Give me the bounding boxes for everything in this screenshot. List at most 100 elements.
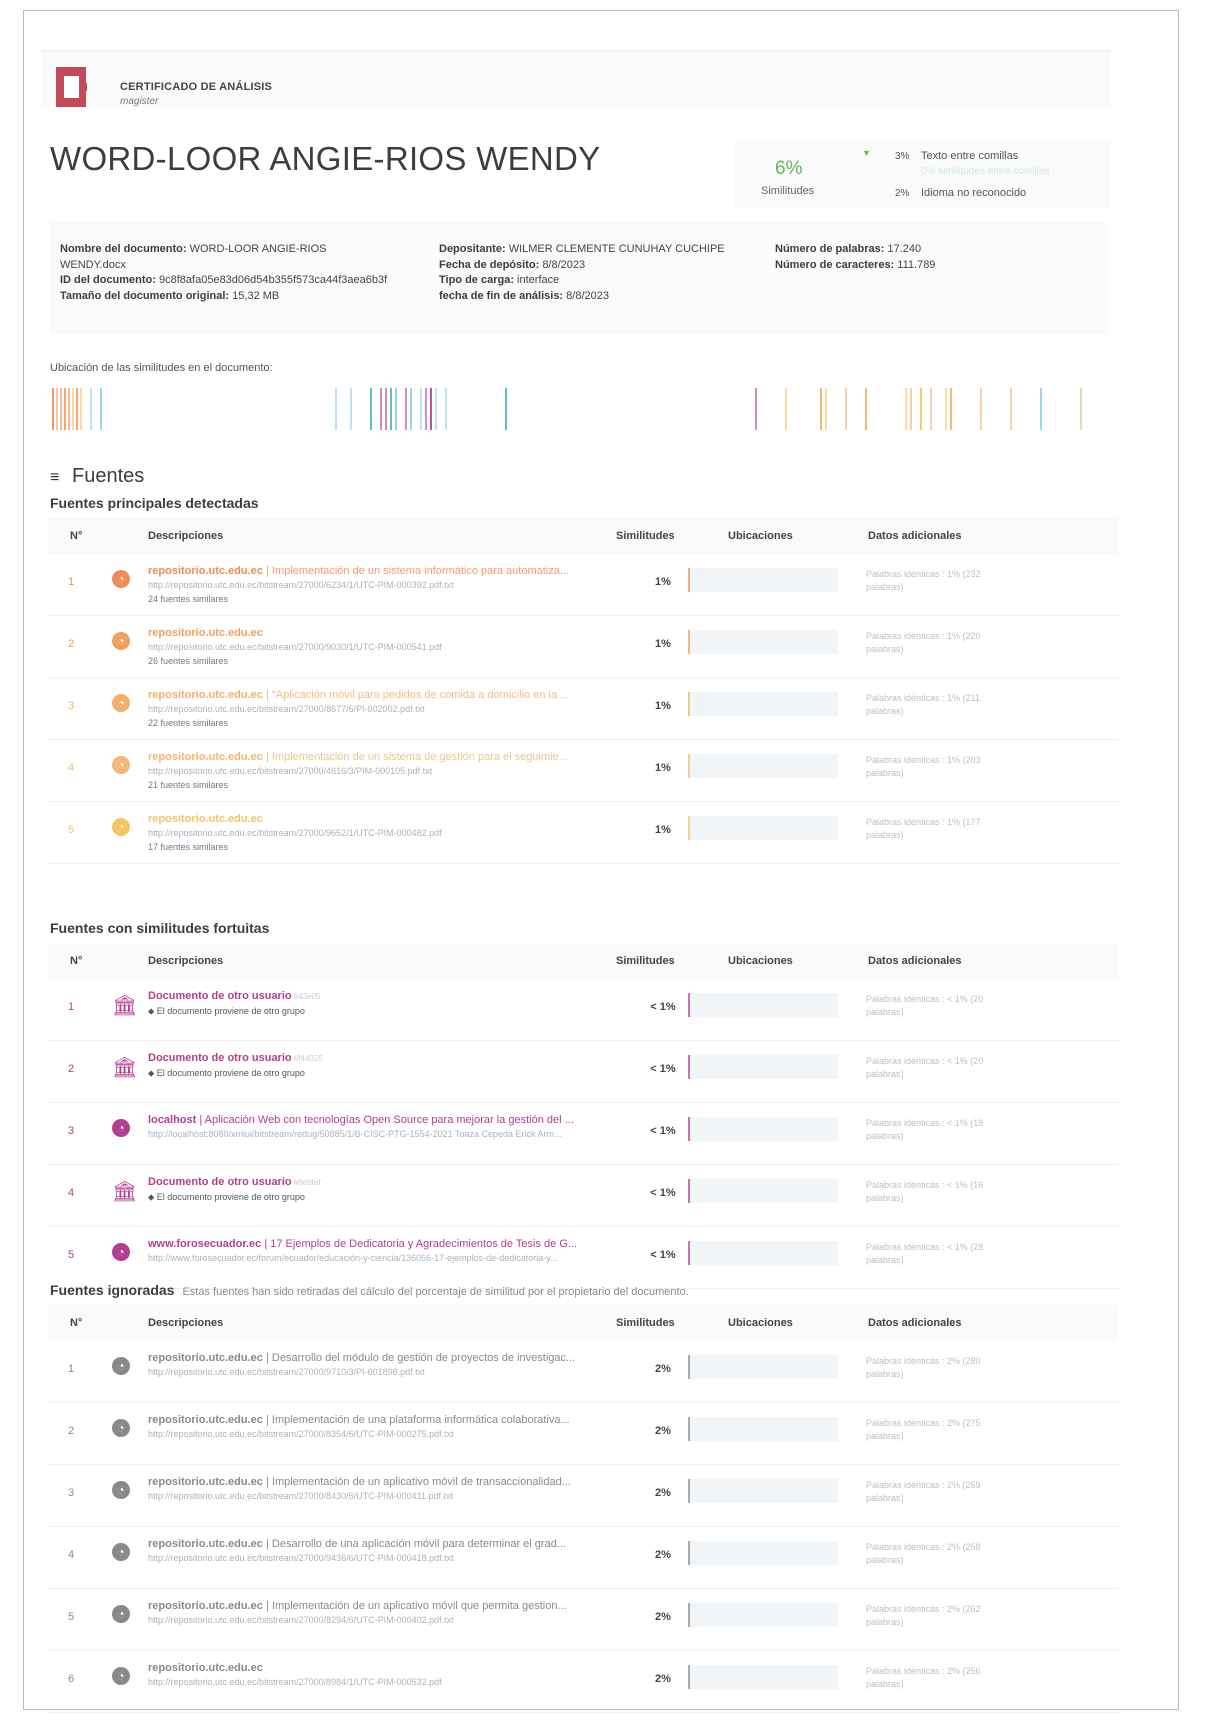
table-row[interactable]: 2 🏛 Documento de otro usuario #f44025 ⬥ El … <box>48 1041 1118 1103</box>
source-description[interactable]: repositorio.utc.edu.ec http://repositorio… <box>148 1661 668 1689</box>
source-description[interactable]: repositorio.utc.edu.ec http://repositorio… <box>148 812 668 854</box>
source-host[interactable]: repositorio.utc.edu.ec <box>148 1352 263 1364</box>
source-description[interactable]: Documento de otro usuario #f44025 ⬥ El do… <box>148 1051 668 1080</box>
source-url[interactable]: http://repositorio.utc.edu.ec/bitstream/… <box>148 764 668 778</box>
source-host[interactable]: repositorio.utc.edu.ec <box>148 689 263 701</box>
source-host[interactable]: repositorio.utc.edu.ec <box>148 1662 263 1674</box>
source-host[interactable]: www.forosecuador.ec <box>148 1238 261 1250</box>
column-header-sim[interactable]: Similitudes <box>616 530 675 542</box>
source-url[interactable]: http://repositorio.utc.edu.ec/bitstream/… <box>148 640 668 654</box>
table-row[interactable]: 2 ◔ repositorio.utc.edu.ec | Implementació… <box>48 1403 1118 1465</box>
source-host[interactable]: Documento de otro usuario <box>148 990 292 1002</box>
source-url[interactable]: ⬥ El documento proviene de otro grupo <box>148 1004 668 1018</box>
source-title[interactable]: Documento de otro usuario #f44025 <box>148 1051 668 1066</box>
source-url[interactable]: ⬥ El documento proviene de otro grupo <box>148 1066 668 1080</box>
source-description[interactable]: repositorio.utc.edu.ec | Desarrollo de u… <box>148 1537 668 1565</box>
table-row[interactable]: 4 ◔ repositorio.utc.edu.ec | Implementació… <box>48 740 1118 802</box>
source-host[interactable]: repositorio.utc.edu.ec <box>148 751 263 763</box>
source-host[interactable]: repositorio.utc.edu.ec <box>148 565 263 577</box>
source-description[interactable]: repositorio.utc.edu.ec | Implementación … <box>148 1475 668 1503</box>
column-header-desc[interactable]: Descripciones <box>148 530 223 542</box>
source-title[interactable]: repositorio.utc.edu.ec <box>148 812 668 826</box>
column-header-num[interactable]: N° <box>70 1317 82 1329</box>
table-row[interactable]: 3 ◔ repositorio.utc.edu.ec | Implementació… <box>48 1465 1118 1527</box>
column-header-desc[interactable]: Descripciones <box>148 1317 223 1329</box>
source-url[interactable]: http://repositorio.utc.edu.ec/bitstream/… <box>148 1551 668 1565</box>
similar-sources-link[interactable]: 21 fuentes similares <box>148 778 668 792</box>
column-header-loc[interactable]: Ubicaciones <box>728 955 793 967</box>
similar-sources-link[interactable]: 22 fuentes similares <box>148 716 668 730</box>
source-title[interactable]: repositorio.utc.edu.ec <box>148 626 668 640</box>
source-description[interactable]: Documento de otro usuario #6ebfaf ⬥ El do… <box>148 1175 668 1204</box>
source-url[interactable]: ⬥ El documento proviene de otro grupo <box>148 1190 668 1204</box>
table-row[interactable]: 4 🏛 Documento de otro usuario #6ebfaf ⬥ El … <box>48 1165 1118 1227</box>
source-host[interactable]: repositorio.utc.edu.ec <box>148 1476 263 1488</box>
source-description[interactable]: repositorio.utc.edu.ec | Implementación … <box>148 750 668 792</box>
column-header-extra[interactable]: Datos adicionales <box>868 530 962 542</box>
similar-sources-link[interactable]: 17 fuentes similares <box>148 840 668 854</box>
table-row[interactable]: 3 ◔ localhost | Aplicación Web con tecnolo… <box>48 1103 1118 1165</box>
source-title[interactable]: repositorio.utc.edu.ec | "Aplicación móv… <box>148 688 668 702</box>
source-description[interactable]: repositorio.utc.edu.ec | Implementación … <box>148 1413 668 1441</box>
source-title[interactable]: repositorio.utc.edu.ec <box>148 1661 668 1675</box>
column-header-desc[interactable]: Descripciones <box>148 955 223 967</box>
table-row[interactable]: 2 ◔ repositorio.utc.edu.ec http://repositor… <box>48 616 1118 678</box>
source-title[interactable]: repositorio.utc.edu.ec | Implementación … <box>148 1475 668 1489</box>
source-url[interactable]: http://repositorio.utc.edu.ec/bitstream/… <box>148 1675 668 1689</box>
column-header-loc[interactable]: Ubicaciones <box>728 1317 793 1329</box>
table-row[interactable]: 4 ◔ repositorio.utc.edu.ec | Desarrollo de… <box>48 1527 1118 1589</box>
source-description[interactable]: repositorio.utc.edu.ec | "Aplicación móv… <box>148 688 668 730</box>
source-title[interactable]: Documento de otro usuario #6ebfaf <box>148 1175 668 1190</box>
source-url[interactable]: http://repositorio.utc.edu.ec/bitstream/… <box>148 578 668 592</box>
source-url[interactable]: http://repositorio.utc.edu.ec/bitstream/… <box>148 826 668 840</box>
source-title[interactable]: repositorio.utc.edu.ec | Implementación … <box>148 1599 668 1613</box>
similar-sources-link[interactable]: 24 fuentes similares <box>148 592 668 606</box>
source-description[interactable]: Documento de otro usuario #43e05 ⬥ El doc… <box>148 989 668 1018</box>
source-title[interactable]: Documento de otro usuario #43e05 <box>148 989 668 1004</box>
table-row[interactable]: 5 ◔ repositorio.utc.edu.ec | Implementació… <box>48 1589 1118 1651</box>
table-row[interactable]: 3 ◔ repositorio.utc.edu.ec | "Aplicación m… <box>48 678 1118 740</box>
source-title[interactable]: repositorio.utc.edu.ec | Implementación … <box>148 750 668 764</box>
source-url[interactable]: http://repositorio.utc.edu.ec/bitstream/… <box>148 1427 668 1441</box>
source-title[interactable]: repositorio.utc.edu.ec | Desarrollo de u… <box>148 1537 668 1551</box>
table-row[interactable]: 5 ◔ repositorio.utc.edu.ec http://repositor… <box>48 802 1118 864</box>
source-url[interactable]: http://repositorio.utc.edu.ec/bitstream/… <box>148 702 668 716</box>
source-title[interactable]: repositorio.utc.edu.ec | Desarrollo del … <box>148 1351 668 1365</box>
column-header-loc[interactable]: Ubicaciones <box>728 530 793 542</box>
table-row[interactable]: 5 ◔ www.forosecuador.ec | 17 Ejemplos de D… <box>48 1227 1118 1289</box>
source-description[interactable]: repositorio.utc.edu.ec | Desarrollo del … <box>148 1351 668 1379</box>
table-row[interactable]: 1 🏛 Documento de otro usuario #43e05 ⬥ El d… <box>48 979 1118 1041</box>
source-host[interactable]: Documento de otro usuario <box>148 1052 292 1064</box>
source-description[interactable]: repositorio.utc.edu.ec | Implementación … <box>148 564 668 606</box>
source-title[interactable]: www.forosecuador.ec | 17 Ejemplos de Ded… <box>148 1237 668 1251</box>
source-title[interactable]: localhost | Aplicación Web con tecnologí… <box>148 1113 668 1127</box>
source-description[interactable]: repositorio.utc.edu.ec | Implementación … <box>148 1599 668 1627</box>
source-host[interactable]: repositorio.utc.edu.ec <box>148 813 263 825</box>
source-url[interactable]: http://repositorio.utc.edu.ec/bitstream/… <box>148 1489 668 1503</box>
column-header-extra[interactable]: Datos adicionales <box>868 955 962 967</box>
source-host[interactable]: repositorio.utc.edu.ec <box>148 627 263 639</box>
source-title[interactable]: repositorio.utc.edu.ec | Implementación … <box>148 1413 668 1427</box>
source-host[interactable]: localhost <box>148 1114 196 1126</box>
source-url[interactable]: http://repositorio.utc.edu.ec/bitstream/… <box>148 1365 668 1379</box>
table-row[interactable]: 1 ◔ repositorio.utc.edu.ec | Desarrollo de… <box>48 1341 1118 1403</box>
source-title[interactable]: repositorio.utc.edu.ec | Implementación … <box>148 564 668 578</box>
source-url[interactable]: http://www.forosecuador.ec/forum/ecuador… <box>148 1251 668 1265</box>
source-description[interactable]: localhost | Aplicación Web con tecnologí… <box>148 1113 668 1141</box>
similar-sources-link[interactable]: 26 fuentes similares <box>148 654 668 668</box>
source-host[interactable]: Documento de otro usuario <box>148 1176 292 1188</box>
column-header-sim[interactable]: Similitudes <box>616 955 675 967</box>
source-host[interactable]: repositorio.utc.edu.ec <box>148 1600 263 1612</box>
source-description[interactable]: repositorio.utc.edu.ec http://repositorio… <box>148 626 668 668</box>
source-description[interactable]: www.forosecuador.ec | 17 Ejemplos de Ded… <box>148 1237 668 1265</box>
column-header-num[interactable]: N° <box>70 955 82 967</box>
source-url[interactable]: http://localhost:8080/xmlui/bitstream/re… <box>148 1127 668 1141</box>
column-header-sim[interactable]: Similitudes <box>616 1317 675 1329</box>
table-row[interactable]: 6 ◔ repositorio.utc.edu.ec http://repositor… <box>48 1651 1118 1713</box>
source-host[interactable]: repositorio.utc.edu.ec <box>148 1414 263 1426</box>
column-header-num[interactable]: N° <box>70 530 82 542</box>
column-header-extra[interactable]: Datos adicionales <box>868 1317 962 1329</box>
source-url[interactable]: http://repositorio.utc.edu.ec/bitstream/… <box>148 1613 668 1627</box>
table-row[interactable]: 1 ◔ repositorio.utc.edu.ec | Implementació… <box>48 554 1118 616</box>
source-host[interactable]: repositorio.utc.edu.ec <box>148 1538 263 1550</box>
